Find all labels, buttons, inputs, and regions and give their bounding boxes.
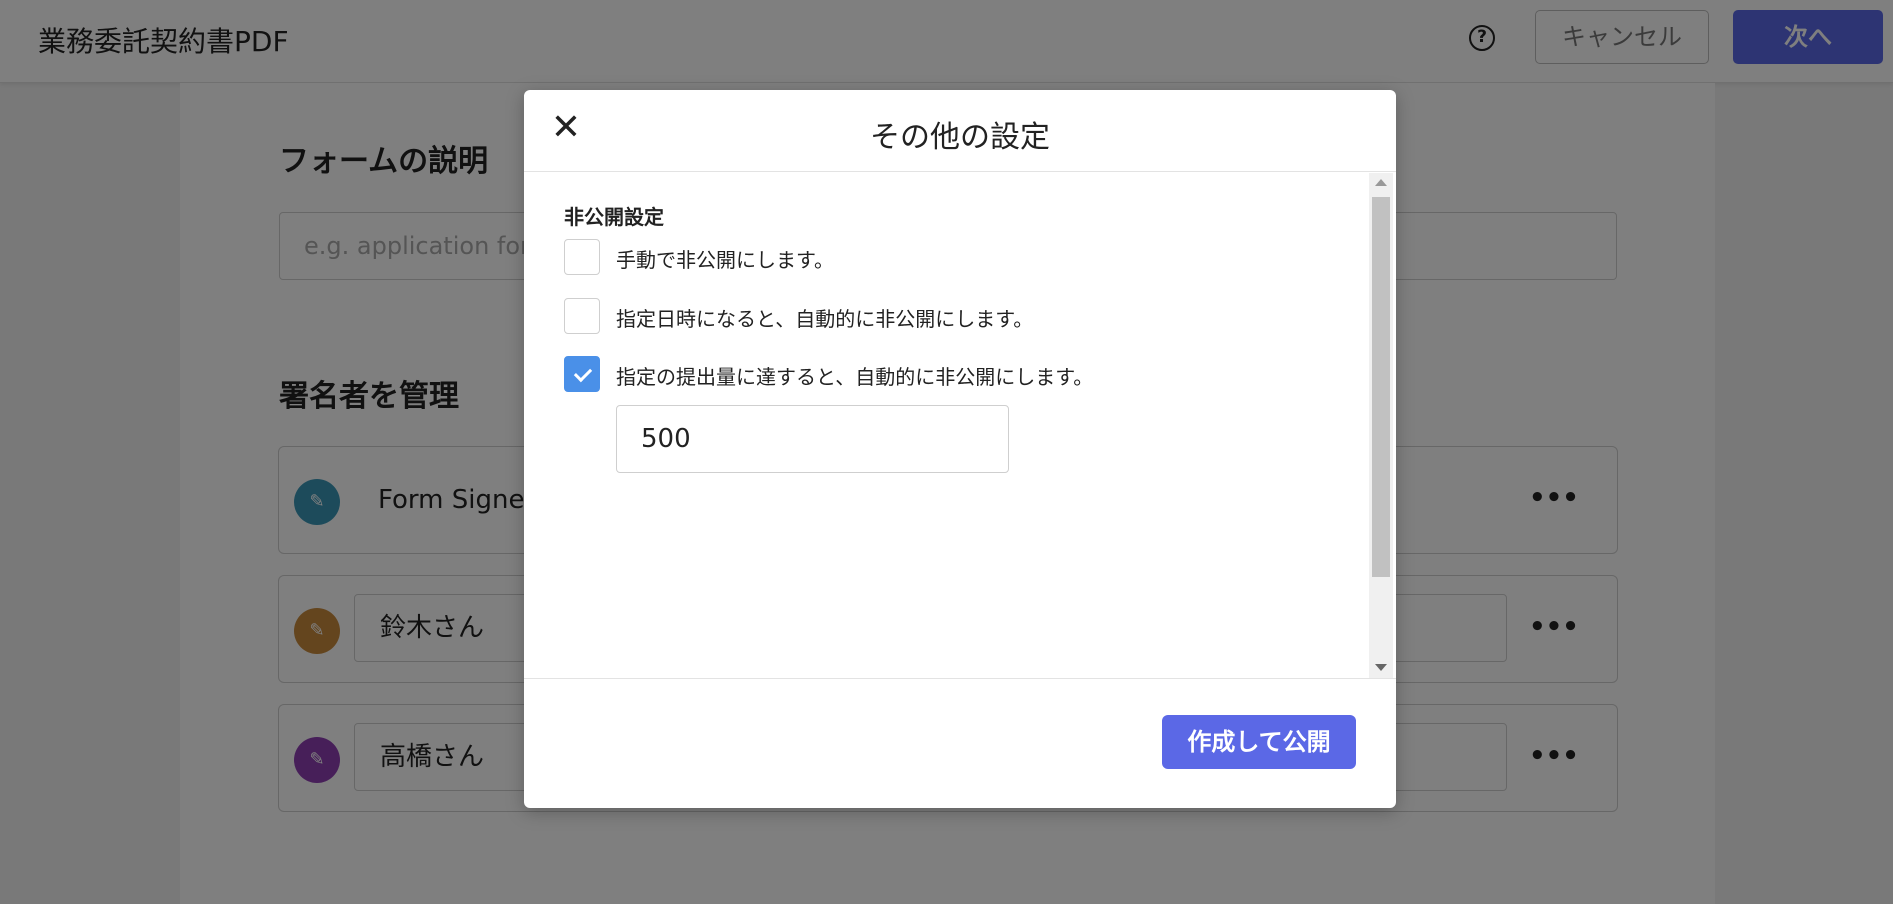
scroll-up-icon[interactable] [1375,179,1387,186]
scroll-thumb[interactable] [1372,197,1390,577]
manual-private-checkbox[interactable] [564,239,600,275]
limit-private-checkbox[interactable] [564,356,600,392]
option-label: 指定日時になると、自動的に非公開にします。 [616,307,1034,331]
modal-scrollbar[interactable] [1369,173,1393,678]
submission-limit-input[interactable]: 500 [616,405,1009,473]
modal-footer: 作成して公開 [524,678,1396,808]
scroll-down-icon[interactable] [1375,664,1387,671]
date-private-checkbox[interactable] [564,298,600,334]
modal-title: その他の設定 [870,120,1050,155]
private-settings-label: 非公開設定 [564,205,664,229]
other-settings-modal: ✕ その他の設定 非公開設定 手動で非公開にします。 指定日時になると、自動的に… [524,90,1396,808]
modal-body: 非公開設定 手動で非公開にします。 指定日時になると、自動的に非公開にします。 … [524,173,1396,678]
modal-header: ✕ その他の設定 [524,90,1396,172]
option-label: 指定の提出量に達すると、自動的に非公開にします。 [616,365,1094,389]
option-label: 手動で非公開にします。 [616,248,834,272]
create-and-publish-button[interactable]: 作成して公開 [1162,715,1356,769]
